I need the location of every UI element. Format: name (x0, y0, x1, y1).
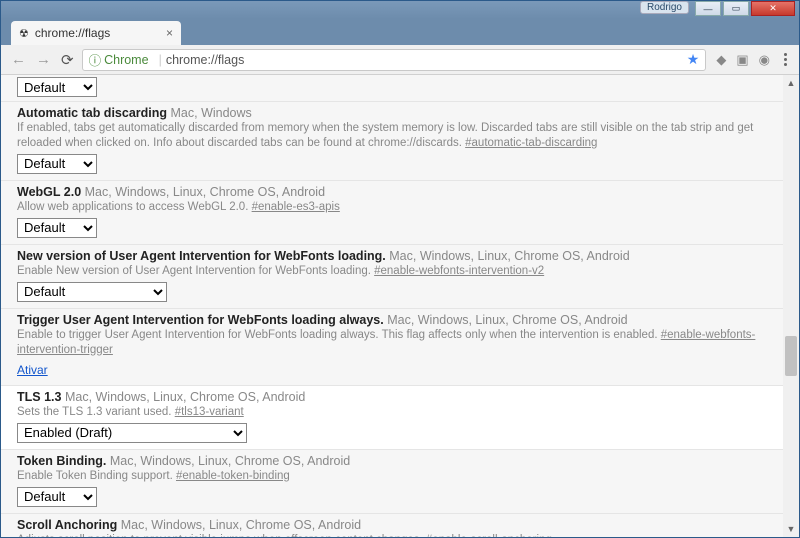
close-button[interactable]: ✕ (751, 1, 795, 16)
flag-select[interactable]: Default (17, 154, 97, 174)
extension-icon[interactable]: ▣ (736, 52, 748, 68)
security-chip: ⓘ Chrome (89, 50, 149, 69)
flag-platforms: Mac, Windows (171, 106, 252, 120)
omnibox[interactable]: ⓘ Chrome | chrome://flags ★ (82, 49, 707, 71)
flag-hash-link[interactable]: #enable-scroll-anchoring (426, 534, 552, 538)
flag-name: Scroll Anchoring (17, 518, 117, 532)
omnibox-separator: | (159, 53, 162, 67)
flag-row: Automatic tab discarding Mac, Windows If… (1, 102, 799, 181)
flag-enable-link[interactable]: Ativar (17, 363, 48, 377)
tab-close-icon[interactable]: × (166, 26, 173, 40)
flag-row: TLS 1.3 Mac, Windows, Linux, Chrome OS, … (1, 386, 799, 450)
flag-select[interactable]: Default (17, 282, 167, 302)
tab-title: chrome://flags (35, 26, 110, 40)
flag-platforms: Mac, Windows, Linux, Chrome OS, Android (387, 313, 627, 327)
minimize-button[interactable]: — (695, 1, 721, 16)
reload-button[interactable]: ⟳ (59, 49, 76, 71)
vertical-scrollbar[interactable]: ▲ ▼ (783, 75, 799, 537)
scrollbar-thumb[interactable] (785, 336, 797, 376)
flag-hash-link[interactable]: #enable-token-binding (176, 470, 290, 482)
flag-name: WebGL 2.0 (17, 185, 81, 199)
scrollbar-down-icon[interactable]: ▼ (783, 521, 799, 537)
flag-name: Trigger User Agent Intervention for WebF… (17, 313, 384, 327)
tab-favicon-icon: ☢ (19, 27, 29, 40)
flag-hash-link[interactable]: #automatic-tab-discarding (465, 137, 597, 149)
flag-select[interactable]: Default (17, 77, 97, 97)
flag-description: Adjusts scroll position to prevent visib… (17, 533, 783, 538)
flag-name: Token Binding. (17, 454, 106, 468)
flag-row: New version of User Agent Intervention f… (1, 245, 799, 309)
flag-description: Enable to trigger User Agent Interventio… (17, 328, 783, 358)
flag-hash-link[interactable]: #tls13-variant (175, 406, 244, 418)
scrollbar-track[interactable] (783, 91, 799, 521)
flag-hash-link[interactable]: #enable-es3-apis (252, 201, 340, 213)
flag-platforms: Mac, Windows, Linux, Chrome OS, Android (389, 249, 629, 263)
browser-tab[interactable]: ☢ chrome://flags × (11, 21, 181, 45)
omnibox-url: chrome://flags (166, 53, 245, 67)
user-badge[interactable]: Rodrigo (640, 1, 689, 14)
flag-platforms: Mac, Windows, Linux, Chrome OS, Android (110, 454, 350, 468)
window-titlebar: Rodrigo — ▭ ✕ (1, 1, 799, 19)
tab-strip: ☢ chrome://flags × (1, 19, 799, 45)
flag-description: Sets the TLS 1.3 variant used. #tls13-va… (17, 405, 783, 420)
toolbar: ← → ⟳ ⓘ Chrome | chrome://flags ★ ◆ ▣ ◉ (1, 45, 799, 75)
flag-description: Enable Token Binding support. #enable-to… (17, 469, 783, 484)
bookmark-star-icon[interactable]: ★ (687, 51, 700, 68)
flag-name: TLS 1.3 (17, 390, 61, 404)
window-buttons: — ▭ ✕ (695, 1, 795, 16)
back-button: ← (9, 49, 28, 70)
flag-platforms: Mac, Windows, Linux, Chrome OS, Android (121, 518, 361, 532)
maximize-button[interactable]: ▭ (723, 1, 749, 16)
extension-icons: ◆ ▣ ◉ (712, 52, 774, 68)
scrollbar-up-icon[interactable]: ▲ (783, 75, 799, 91)
extension-icon[interactable]: ◉ (759, 52, 770, 68)
forward-button: → (34, 49, 53, 70)
flag-name: Automatic tab discarding (17, 106, 167, 120)
flag-row: Trigger User Agent Intervention for WebF… (1, 309, 799, 386)
chrome-menu-button[interactable] (780, 49, 791, 70)
flag-select[interactable]: Enabled (Draft) (17, 423, 247, 443)
flag-description: Allow web applications to access WebGL 2… (17, 200, 783, 215)
flag-select[interactable]: Default (17, 487, 97, 507)
flag-hash-link[interactable]: #enable-webfonts-intervention-trigger (17, 329, 755, 356)
info-icon: ⓘ (89, 50, 102, 69)
extension-icon[interactable]: ◆ (716, 52, 726, 68)
flag-platforms: Mac, Windows, Linux, Chrome OS, Android (85, 185, 325, 199)
flag-row: Scroll Anchoring Mac, Windows, Linux, Ch… (1, 514, 799, 538)
flags-content: Default Automatic tab discarding Mac, Wi… (1, 75, 799, 537)
scheme-label: Chrome (104, 53, 148, 67)
flag-hash-link[interactable]: #enable-webfonts-intervention-v2 (374, 265, 544, 277)
flag-platforms: Mac, Windows, Linux, Chrome OS, Android (65, 390, 305, 404)
flag-row: Token Binding. Mac, Windows, Linux, Chro… (1, 450, 799, 514)
flag-name: New version of User Agent Intervention f… (17, 249, 386, 263)
flag-description: If enabled, tabs get automatically disca… (17, 121, 783, 151)
flag-row: WebGL 2.0 Mac, Windows, Linux, Chrome OS… (1, 181, 799, 245)
flag-description: Enable New version of User Agent Interve… (17, 264, 783, 279)
flag-select[interactable]: Default (17, 218, 97, 238)
